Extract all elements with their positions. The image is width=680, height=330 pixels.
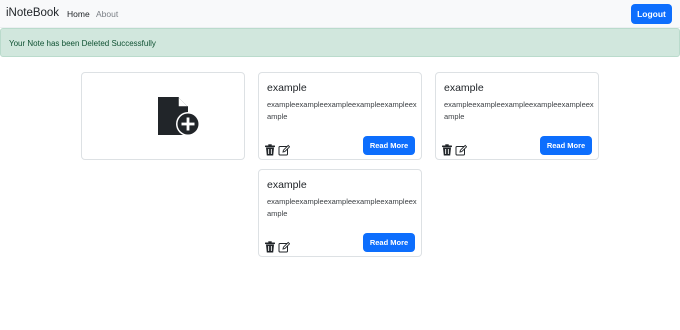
brand-logo[interactable]: iNoteBook — [6, 7, 59, 19]
note-card: example exampleexampleexampleexampleexam… — [258, 72, 422, 160]
note-description: exampleexampleexampleexampleexampleexamp… — [267, 100, 417, 121]
edit-icon[interactable] — [455, 144, 467, 156]
read-more-button[interactable]: Read More — [540, 136, 592, 155]
note-title: example — [267, 82, 307, 94]
edit-icon[interactable] — [278, 144, 290, 156]
alert-message: Your Note has been Deleted Successfully — [9, 39, 156, 48]
file-plus-icon[interactable] — [154, 95, 202, 137]
note-description: exampleexampleexampleexampleexampleexamp… — [444, 100, 594, 121]
note-card: example exampleexampleexampleexampleexam… — [258, 169, 422, 257]
trash-icon[interactable] — [264, 241, 276, 253]
nav-link-about[interactable]: About — [96, 9, 118, 19]
read-more-button[interactable]: Read More — [363, 233, 415, 252]
read-more-button[interactable]: Read More — [363, 136, 415, 155]
note-card: example exampleexampleexampleexampleexam… — [435, 72, 599, 160]
nav-link-home[interactable]: Home — [67, 9, 90, 19]
edit-icon[interactable] — [278, 241, 290, 253]
add-note-card[interactable] — [81, 72, 245, 160]
navbar: iNoteBook Home About Logout — [0, 0, 680, 28]
note-title: example — [444, 82, 484, 94]
logout-button[interactable]: Logout — [631, 4, 672, 24]
success-alert: Your Note has been Deleted Successfully — [0, 28, 680, 57]
trash-icon[interactable] — [441, 144, 453, 156]
trash-icon[interactable] — [264, 144, 276, 156]
note-title: example — [267, 179, 307, 191]
note-description: exampleexampleexampleexampleexampleexamp… — [267, 197, 417, 218]
